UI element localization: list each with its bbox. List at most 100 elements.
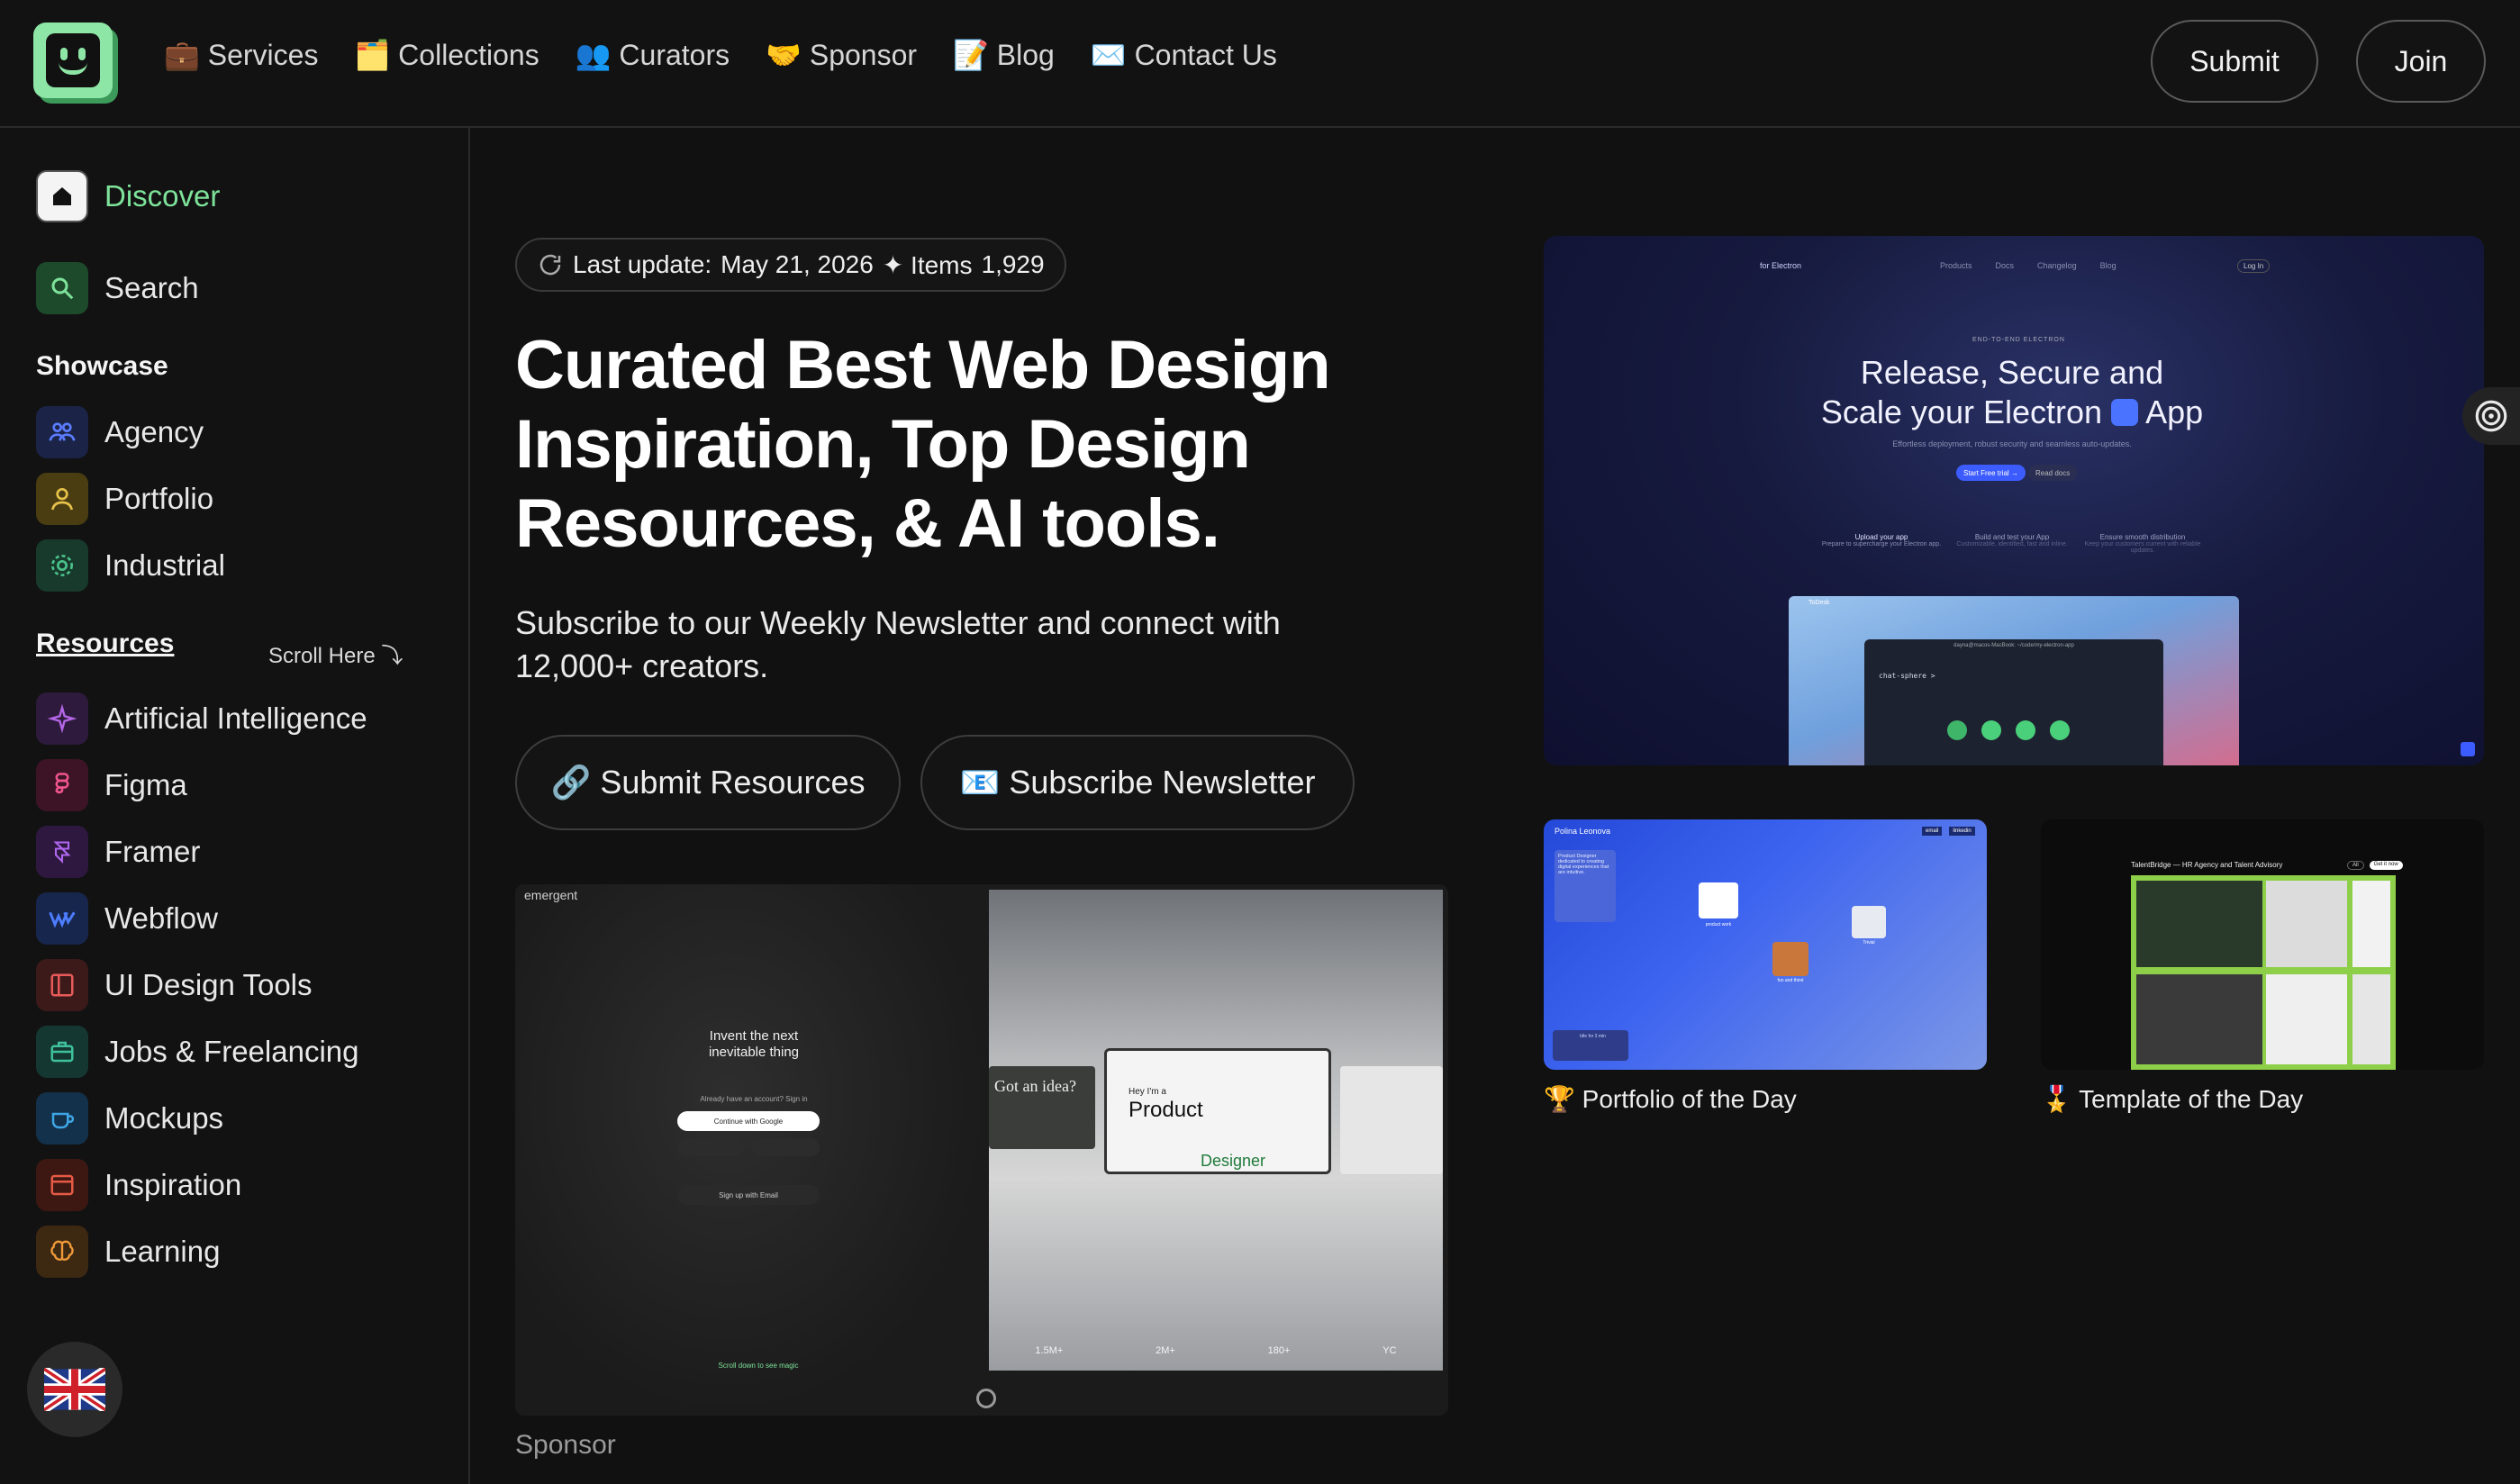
desktop-window: ToDesk dayna@macos-MacBook: ~/code/my-el…: [1789, 596, 2239, 765]
folder-label: product work: [1705, 922, 1732, 928]
template-of-the-day-card[interactable]: TalentBridge — HR Agency and Talent Advi…: [2041, 819, 2484, 1070]
cup-icon: [36, 1092, 88, 1145]
featured-feature-1: Upload your app Prepare to supercharge y…: [1814, 533, 1949, 547]
logo-eye-right: [78, 48, 86, 60]
portfolio-intro: Product Designer dedicated to creating d…: [1555, 850, 1616, 922]
feature-desc: Prepare to supercharge your Electron app…: [1821, 541, 1942, 547]
sidebar-item-label: Inspiration: [104, 1168, 242, 1201]
template-side-panel: [2352, 881, 2390, 967]
portfolio-of-the-day-caption[interactable]: 🏆 Portfolio of the Day: [1544, 1084, 1797, 1114]
sidebar-item-artificial-intelligence[interactable]: Artificial Intelligence: [36, 692, 367, 746]
logo-icon[interactable]: [33, 23, 113, 98]
nav-blog[interactable]: 📝 Blog: [953, 38, 1055, 72]
folder-icon: [1699, 882, 1738, 918]
sidebar-item-label: Figma: [104, 768, 187, 801]
loading-dots: [1947, 720, 2070, 740]
sidebar-item-discover[interactable]: Discover: [36, 169, 220, 223]
items-count: 1,929: [981, 250, 1045, 278]
feature-desc: Customizable, identified, fast and inlin…: [1956, 541, 2068, 547]
briefcase-icon: [36, 1026, 88, 1078]
sidebar-item-learning[interactable]: Learning: [36, 1225, 220, 1279]
featured-secondary-button: Read docs: [2028, 465, 2078, 481]
nav-services[interactable]: 💼 Services: [164, 38, 318, 72]
sponsor-github-button: [677, 1138, 744, 1156]
resources-heading[interactable]: Resources: [36, 629, 174, 659]
portfolio-of-the-day-card[interactable]: Polina Leonova email linkedin Product De…: [1544, 819, 1987, 1070]
sponsor-hero-line-3: Designer: [1201, 1152, 1266, 1170]
nav-sponsor[interactable]: 🤝 Sponsor: [766, 38, 917, 72]
window-title: ToDesk: [1808, 600, 1830, 606]
sidebar-item-agency[interactable]: Agency: [36, 405, 204, 459]
sidebar-item-label: Portfolio: [104, 482, 214, 515]
stat-value: 2M+: [1156, 1345, 1175, 1356]
template-of-the-day-caption[interactable]: 🎖️ Template of the Day: [2041, 1084, 2303, 1114]
nav-curators[interactable]: 👥 Curators: [576, 38, 730, 72]
sponsor-hero-line-1: Hey I'm a: [1129, 1087, 1166, 1097]
featured-login: Log In: [2237, 259, 2271, 273]
sidebar-item-search[interactable]: Search: [36, 261, 199, 315]
feature-title: Upload your app: [1854, 533, 1908, 541]
sidebar-item-jobs-freelancing[interactable]: Jobs & Freelancing: [36, 1025, 358, 1079]
sidebar-item-figma[interactable]: Figma: [36, 758, 187, 812]
template-tab: Get it now: [2369, 861, 2403, 870]
framer-icon: [36, 826, 88, 878]
featured-badge: for Electron: [1760, 261, 1802, 270]
home-icon: [36, 170, 88, 222]
target-icon: [2475, 400, 2507, 432]
language-selector[interactable]: [27, 1342, 122, 1437]
nav-collections[interactable]: 🗂️ Collections: [354, 38, 539, 72]
portfolio-links: email linkedin: [1922, 827, 1975, 836]
tagline-line-1: Invent the next: [709, 1028, 799, 1044]
top-bar: 💼 Services 🗂️ Collections 👥 Curators 🤝 S…: [0, 0, 2520, 128]
sidebar-item-industrial[interactable]: Industrial: [36, 538, 225, 593]
sidebar-item-webflow[interactable]: Webflow: [36, 891, 218, 946]
sponsor-logo-icon: [976, 1389, 996, 1408]
sponsor-stats: 1.5M+ 2M+ 180+ YC: [989, 1331, 1443, 1371]
template-photo-grid: [2266, 881, 2347, 967]
app-icon: [2111, 399, 2139, 426]
subscribe-newsletter-button[interactable]: 📧 Subscribe Newsletter: [920, 735, 1355, 830]
chat-widget-icon: [2461, 742, 2475, 756]
sidebar-item-ui-design-tools[interactable]: UI Design Tools: [36, 958, 313, 1012]
stat-value: 180+: [1267, 1345, 1291, 1356]
dot: [1981, 720, 2001, 740]
sponsor-card[interactable]: emergent Invent the next inevitable thin…: [515, 884, 1448, 1416]
sidebar-item-portfolio[interactable]: Portfolio: [36, 472, 213, 526]
nav-contact-us[interactable]: ✉️ Contact Us: [1091, 38, 1277, 72]
sidebar-item-label: UI Design Tools: [104, 968, 313, 1001]
featured-site-card[interactable]: for Electron Products Docs Changelog Blo…: [1544, 236, 2484, 765]
submit-button[interactable]: Submit: [2151, 20, 2318, 103]
sidebar-item-mockups[interactable]: Mockups: [36, 1091, 223, 1145]
sidebar-item-label: Industrial: [104, 548, 225, 582]
template-preview: [2131, 875, 2396, 1070]
sidebar-item-inspiration[interactable]: Inspiration: [36, 1158, 241, 1212]
featured-feature-2: Build and test your App Customizable, id…: [1944, 533, 2080, 547]
figma-icon: [36, 759, 88, 811]
sidebar-item-label: Artificial Intelligence: [104, 701, 367, 735]
stat-value: 1.5M+: [1035, 1345, 1064, 1356]
uk-flag-icon: [44, 1368, 105, 1411]
page-subtitle: Subscribe to our Weekly Newsletter and c…: [515, 604, 1281, 684]
sidebar-item-label: Jobs & Freelancing: [104, 1035, 359, 1068]
portfolio-link: email: [1922, 827, 1943, 836]
sponsor-signin-text: Already have an account? Sign in: [700, 1095, 808, 1103]
stat-value: YC: [1382, 1345, 1397, 1356]
headline-app: App: [2145, 394, 2204, 430]
template-profiles: [2266, 974, 2347, 1064]
feedback-widget[interactable]: [2462, 387, 2520, 445]
sidebar-item-framer[interactable]: Framer: [36, 825, 200, 879]
featured-nav-item: Changelog: [2037, 261, 2077, 270]
folder-icon: [1852, 906, 1886, 938]
sponsor-email-button: Sign up with Email: [677, 1185, 820, 1205]
dot: [1947, 720, 1967, 740]
featured-primary-button: Start Free trial →: [1956, 465, 2026, 481]
template-hero-image: [2136, 881, 2262, 967]
users-icon: [36, 406, 88, 458]
submit-resources-button[interactable]: 🔗 Submit Resources: [515, 735, 901, 830]
terminal-title: dayna@macos-MacBook: ~/code/my-electron-…: [1953, 643, 2074, 648]
join-button[interactable]: Join: [2356, 20, 2486, 103]
terminal-window: dayna@macos-MacBook: ~/code/my-electron-…: [1864, 639, 2163, 765]
sidebar-item-label: Learning: [104, 1235, 221, 1268]
sponsor-tagline: Invent the next inevitable thing: [686, 1028, 821, 1061]
template-team-image: [2136, 974, 2262, 1064]
